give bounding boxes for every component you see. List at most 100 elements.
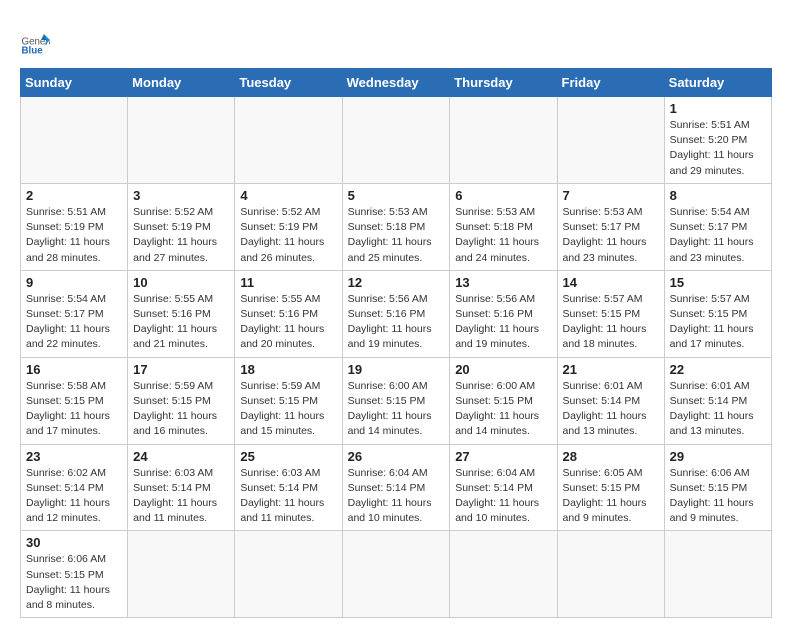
day-number: 19: [348, 362, 445, 377]
calendar-header-row: SundayMondayTuesdayWednesdayThursdayFrid…: [21, 69, 772, 97]
header: General Blue: [20, 20, 772, 58]
calendar-week-1: 1 Sunrise: 5:51 AM Sunset: 5:20 PM Daylig…: [21, 97, 772, 184]
col-header-friday: Friday: [557, 69, 664, 97]
col-header-wednesday: Wednesday: [342, 69, 450, 97]
col-header-sunday: Sunday: [21, 69, 128, 97]
calendar-cell: 14 Sunrise: 5:57 AM Sunset: 5:15 PM Dayli…: [557, 270, 664, 357]
day-info: Sunrise: 5:51 AM Sunset: 5:20 PM Dayligh…: [670, 118, 766, 179]
day-info: Sunrise: 5:59 AM Sunset: 5:15 PM Dayligh…: [133, 379, 229, 440]
calendar-cell: 17 Sunrise: 5:59 AM Sunset: 5:15 PM Dayli…: [128, 357, 235, 444]
day-number: 26: [348, 449, 445, 464]
day-number: 21: [563, 362, 659, 377]
day-info: Sunrise: 5:54 AM Sunset: 5:17 PM Dayligh…: [26, 292, 122, 353]
day-number: 22: [670, 362, 766, 377]
day-number: 12: [348, 275, 445, 290]
day-number: 7: [563, 188, 659, 203]
calendar-cell: 10 Sunrise: 5:55 AM Sunset: 5:16 PM Dayli…: [128, 270, 235, 357]
day-info: Sunrise: 5:56 AM Sunset: 5:16 PM Dayligh…: [348, 292, 445, 353]
calendar-cell: 23 Sunrise: 6:02 AM Sunset: 5:14 PM Dayli…: [21, 444, 128, 531]
day-info: Sunrise: 5:55 AM Sunset: 5:16 PM Dayligh…: [133, 292, 229, 353]
col-header-monday: Monday: [128, 69, 235, 97]
calendar-cell: 16 Sunrise: 5:58 AM Sunset: 5:15 PM Dayli…: [21, 357, 128, 444]
day-info: Sunrise: 5:56 AM Sunset: 5:16 PM Dayligh…: [455, 292, 551, 353]
day-number: 28: [563, 449, 659, 464]
day-number: 14: [563, 275, 659, 290]
calendar-cell: 30Sunrise: 6:06 AM Sunset: 5:15 PM Dayli…: [21, 531, 128, 618]
calendar-cell: [235, 97, 342, 184]
calendar-cell: 11 Sunrise: 5:55 AM Sunset: 5:16 PM Dayli…: [235, 270, 342, 357]
calendar-cell: 7 Sunrise: 5:53 AM Sunset: 5:17 PM Daylig…: [557, 183, 664, 270]
day-info: Sunrise: 5:57 AM Sunset: 5:15 PM Dayligh…: [563, 292, 659, 353]
day-info: Sunrise: 6:01 AM Sunset: 5:14 PM Dayligh…: [563, 379, 659, 440]
day-number: 10: [133, 275, 229, 290]
day-info: Sunrise: 5:55 AM Sunset: 5:16 PM Dayligh…: [240, 292, 336, 353]
day-info: Sunrise: 5:52 AM Sunset: 5:19 PM Dayligh…: [240, 205, 336, 266]
day-number: 8: [670, 188, 766, 203]
calendar-week-4: 16 Sunrise: 5:58 AM Sunset: 5:15 PM Dayli…: [21, 357, 772, 444]
calendar-cell: [664, 531, 771, 618]
day-info: Sunrise: 5:53 AM Sunset: 5:17 PM Dayligh…: [563, 205, 659, 266]
day-info: Sunrise: 6:06 AM Sunset: 5:15 PM Dayligh…: [26, 552, 122, 613]
calendar-cell: 28 Sunrise: 6:05 AM Sunset: 5:15 PM Dayli…: [557, 444, 664, 531]
calendar-cell: 12 Sunrise: 5:56 AM Sunset: 5:16 PM Dayli…: [342, 270, 450, 357]
day-number: 13: [455, 275, 551, 290]
day-number: 16: [26, 362, 122, 377]
col-header-thursday: Thursday: [450, 69, 557, 97]
day-number: 24: [133, 449, 229, 464]
day-info: Sunrise: 5:53 AM Sunset: 5:18 PM Dayligh…: [348, 205, 445, 266]
day-number: 23: [26, 449, 122, 464]
col-header-saturday: Saturday: [664, 69, 771, 97]
calendar-cell: 15Sunrise: 5:57 AM Sunset: 5:15 PM Dayli…: [664, 270, 771, 357]
day-info: Sunrise: 5:52 AM Sunset: 5:19 PM Dayligh…: [133, 205, 229, 266]
calendar-cell: 27 Sunrise: 6:04 AM Sunset: 5:14 PM Dayli…: [450, 444, 557, 531]
day-info: Sunrise: 6:00 AM Sunset: 5:15 PM Dayligh…: [348, 379, 445, 440]
logo-icon: General Blue: [20, 28, 50, 58]
day-info: Sunrise: 6:00 AM Sunset: 5:15 PM Dayligh…: [455, 379, 551, 440]
day-number: 27: [455, 449, 551, 464]
day-number: 11: [240, 275, 336, 290]
day-info: Sunrise: 6:06 AM Sunset: 5:15 PM Dayligh…: [670, 466, 766, 527]
day-info: Sunrise: 6:01 AM Sunset: 5:14 PM Dayligh…: [670, 379, 766, 440]
day-number: 2: [26, 188, 122, 203]
calendar-cell: 25Sunrise: 6:03 AM Sunset: 5:14 PM Dayli…: [235, 444, 342, 531]
calendar-cell: [21, 97, 128, 184]
day-info: Sunrise: 6:02 AM Sunset: 5:14 PM Dayligh…: [26, 466, 122, 527]
day-info: Sunrise: 5:54 AM Sunset: 5:17 PM Dayligh…: [670, 205, 766, 266]
logo: General Blue: [20, 28, 50, 58]
day-number: 3: [133, 188, 229, 203]
calendar-cell: [450, 531, 557, 618]
calendar-cell: 19 Sunrise: 6:00 AM Sunset: 5:15 PM Dayli…: [342, 357, 450, 444]
day-info: Sunrise: 6:04 AM Sunset: 5:14 PM Dayligh…: [455, 466, 551, 527]
svg-text:Blue: Blue: [22, 46, 44, 57]
day-info: Sunrise: 5:53 AM Sunset: 5:18 PM Dayligh…: [455, 205, 551, 266]
calendar-cell: 2 Sunrise: 5:51 AM Sunset: 5:19 PM Daylig…: [21, 183, 128, 270]
calendar-cell: 4 Sunrise: 5:52 AM Sunset: 5:19 PM Daylig…: [235, 183, 342, 270]
day-number: 6: [455, 188, 551, 203]
calendar-week-6: 30Sunrise: 6:06 AM Sunset: 5:15 PM Dayli…: [21, 531, 772, 618]
day-number: 15: [670, 275, 766, 290]
day-number: 29: [670, 449, 766, 464]
calendar-cell: 8 Sunrise: 5:54 AM Sunset: 5:17 PM Daylig…: [664, 183, 771, 270]
calendar-table: SundayMondayTuesdayWednesdayThursdayFrid…: [20, 68, 772, 618]
calendar-cell: 20 Sunrise: 6:00 AM Sunset: 5:15 PM Dayli…: [450, 357, 557, 444]
day-number: 1: [670, 101, 766, 116]
col-header-tuesday: Tuesday: [235, 69, 342, 97]
day-info: Sunrise: 6:03 AM Sunset: 5:14 PM Dayligh…: [240, 466, 336, 527]
calendar-cell: [128, 531, 235, 618]
calendar-cell: 6 Sunrise: 5:53 AM Sunset: 5:18 PM Daylig…: [450, 183, 557, 270]
calendar-cell: [557, 97, 664, 184]
calendar-cell: [342, 97, 450, 184]
calendar-cell: 29 Sunrise: 6:06 AM Sunset: 5:15 PM Dayli…: [664, 444, 771, 531]
day-number: 17: [133, 362, 229, 377]
day-info: Sunrise: 6:05 AM Sunset: 5:15 PM Dayligh…: [563, 466, 659, 527]
day-number: 20: [455, 362, 551, 377]
day-number: 5: [348, 188, 445, 203]
day-info: Sunrise: 5:51 AM Sunset: 5:19 PM Dayligh…: [26, 205, 122, 266]
calendar-cell: 21 Sunrise: 6:01 AM Sunset: 5:14 PM Dayli…: [557, 357, 664, 444]
day-info: Sunrise: 5:58 AM Sunset: 5:15 PM Dayligh…: [26, 379, 122, 440]
calendar-cell: 1 Sunrise: 5:51 AM Sunset: 5:20 PM Daylig…: [664, 97, 771, 184]
day-number: 4: [240, 188, 336, 203]
calendar-cell: [450, 97, 557, 184]
day-number: 18: [240, 362, 336, 377]
calendar-cell: [557, 531, 664, 618]
